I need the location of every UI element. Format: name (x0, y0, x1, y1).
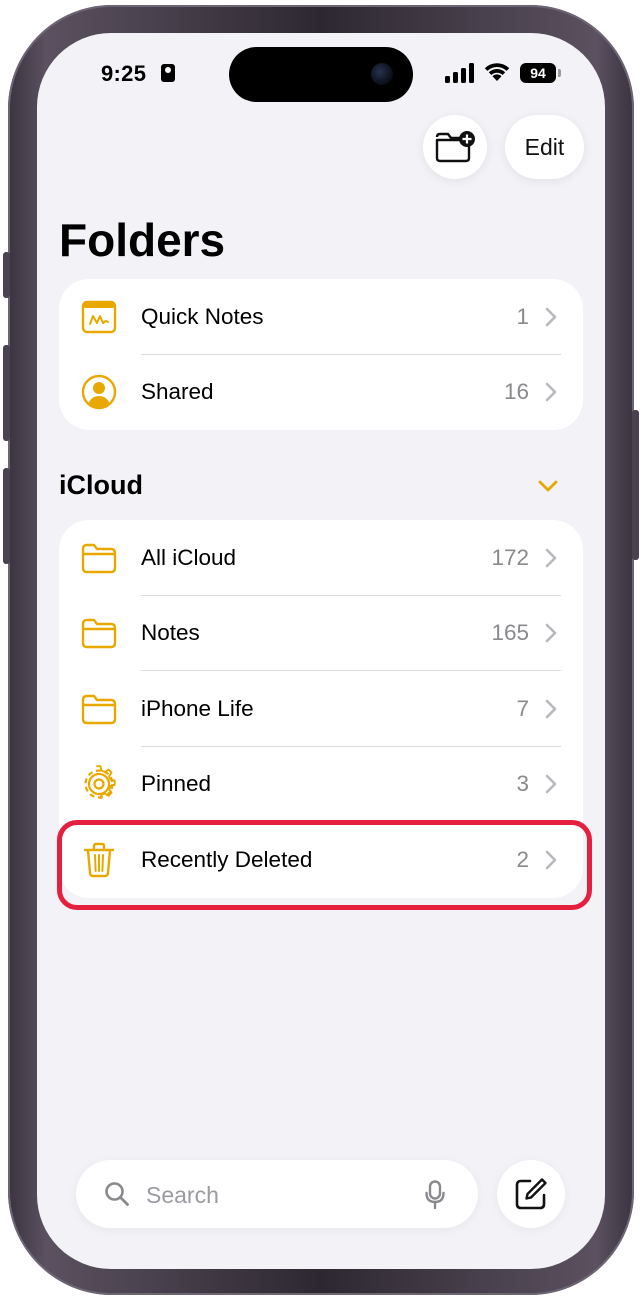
compose-icon (515, 1178, 547, 1210)
battery-icon: 94 (520, 63, 556, 83)
gear-icon (84, 765, 116, 800)
chevron-down-icon[interactable] (537, 479, 559, 493)
row-count: 172 (491, 544, 529, 570)
folder-row-all-icloud[interactable]: All iCloud 172 (59, 520, 583, 596)
cellular-signal-icon (445, 63, 474, 83)
folder-icon (81, 694, 117, 724)
status-time: 9:25 (101, 61, 147, 86)
folder-icon (81, 543, 117, 573)
new-folder-button[interactable] (423, 115, 487, 179)
action-button (3, 252, 10, 298)
folder-row-pinned[interactable]: Pinned 3 (59, 747, 583, 822)
chevron-right-icon (545, 307, 557, 327)
row-label: Shared (141, 379, 214, 405)
folder-row-shared[interactable]: Shared 16 (59, 355, 583, 431)
quick-note-icon (81, 300, 117, 333)
row-count: 7 (516, 695, 529, 721)
chevron-right-icon (545, 623, 557, 643)
search-input[interactable] (144, 1178, 408, 1212)
side-power-button (632, 410, 639, 560)
row-count: 16 (503, 379, 529, 405)
row-count: 3 (516, 771, 529, 797)
volume-down-button (3, 468, 10, 564)
dynamic-island (229, 47, 413, 102)
section-header-icloud[interactable]: iCloud (59, 470, 143, 501)
volume-up-button (3, 345, 10, 441)
person-circle-icon (81, 375, 117, 410)
folder-row-quick-notes[interactable]: Quick Notes 1 (59, 279, 583, 355)
camera-icon (371, 63, 393, 85)
row-label: Notes (141, 620, 200, 646)
icloud-folders-card: All iCloud 172 Notes 165 iPhone Life 7 P… (59, 520, 583, 898)
wifi-icon (484, 63, 510, 81)
page-title: Folders (59, 214, 226, 266)
row-count: 2 (516, 846, 529, 872)
chevron-right-icon (545, 774, 557, 794)
row-label: iPhone Life (141, 695, 254, 721)
row-label: Pinned (141, 771, 212, 797)
chevron-right-icon (545, 548, 557, 568)
row-label: Recently Deleted (141, 846, 313, 872)
folder-row-recently-deleted[interactable]: Recently Deleted 2 (59, 822, 583, 898)
battery-cap (558, 69, 561, 77)
folder-badge-plus-icon (435, 131, 475, 163)
folder-icon (81, 619, 117, 649)
search-icon (105, 1182, 129, 1206)
chevron-right-icon (545, 382, 557, 402)
row-count: 1 (516, 303, 529, 329)
chevron-right-icon (545, 699, 557, 719)
row-label: All iCloud (141, 544, 237, 570)
folder-row-iphone-life[interactable]: iPhone Life 7 (59, 671, 583, 747)
row-count: 165 (491, 620, 529, 646)
folder-row-notes[interactable]: Notes 165 (59, 596, 583, 671)
screen: 9:25 94 Edit Folders Quick Notes 1 Share… (37, 33, 605, 1269)
edit-button[interactable]: Edit (505, 115, 584, 179)
pinned-folders-card: Quick Notes 1 Shared 16 (59, 279, 583, 430)
row-label: Quick Notes (141, 303, 264, 329)
compose-note-button[interactable] (497, 1160, 565, 1228)
chevron-right-icon (545, 850, 557, 870)
search-bar[interactable] (76, 1160, 478, 1228)
trash-icon (83, 842, 115, 877)
contact-card-icon (161, 64, 175, 82)
microphone-icon[interactable] (425, 1180, 445, 1210)
